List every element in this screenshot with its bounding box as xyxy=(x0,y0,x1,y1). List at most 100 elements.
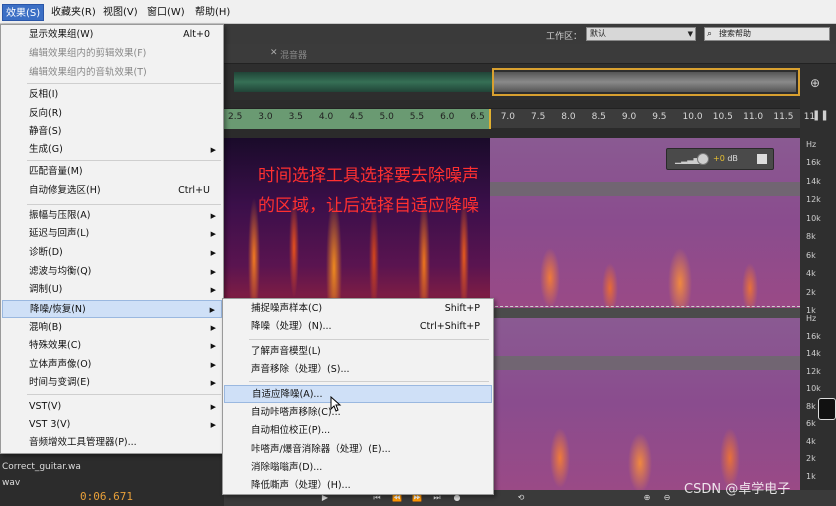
workspace-select[interactable]: 默认 ▼ xyxy=(586,27,696,41)
menu-item-label: 降噪/恢复(N) xyxy=(30,304,86,315)
menu-item-shortcut: Ctrl+Shift+P xyxy=(419,321,480,332)
submenu-item[interactable]: 咔嗒声/爆音消除器（处理）(E)... xyxy=(224,441,492,459)
file-item[interactable]: wav xyxy=(2,478,20,488)
ruler-tick-label: 10.5 xyxy=(712,112,733,122)
menu-effects[interactable]: 效果(S) xyxy=(2,4,45,21)
volume-knob[interactable] xyxy=(697,153,709,165)
zoom-in-icon[interactable]: ⊕ xyxy=(640,492,654,504)
hz-tick-label: 10k xyxy=(806,213,821,223)
menu-item-label: 自适应降噪(A)... xyxy=(252,389,323,400)
effects-menu-item[interactable]: 编辑效果组内的音轨效果(T) xyxy=(2,64,222,82)
effects-menu-item[interactable]: 自动修复选区(H) Ctrl+U xyxy=(2,182,222,200)
menu-window[interactable]: 窗口(W) xyxy=(144,4,188,21)
submenu-item[interactable]: 了解声音模型(L) xyxy=(224,343,492,361)
spectrum-band xyxy=(490,182,800,196)
ruler-tick-label: 11.0 xyxy=(743,112,764,122)
effects-menu-item[interactable]: 延迟与回声(L) ▶ xyxy=(2,225,222,243)
menu-item-label: 声音移除（处理）(S)... xyxy=(251,364,350,375)
ruler-tick-label: 6.5 xyxy=(470,112,485,122)
menu-item-label: 自动修复选区(H) xyxy=(29,185,101,196)
playhead[interactable] xyxy=(489,109,491,129)
ruler-tick-label: 7.0 xyxy=(500,112,516,122)
effects-menu-item[interactable]: 降噪/恢复(N) ▶ xyxy=(2,300,222,318)
menu-view[interactable]: 视图(V) xyxy=(100,4,141,21)
menu-item-label: 诊断(D) xyxy=(29,247,63,258)
volume-value: +0 dB xyxy=(713,154,738,163)
effects-menu-item[interactable]: 特殊效果(C) ▶ xyxy=(2,337,222,355)
effects-menu-item[interactable]: 音频增效工具管理器(P)... xyxy=(2,434,222,452)
close-tab-icon[interactable]: ✕ xyxy=(270,48,278,58)
volume-hud[interactable]: ▁▂▃▅ +0 dB xyxy=(666,148,774,170)
ruler-tick-label: 4.0 xyxy=(318,112,334,122)
submenu-item[interactable]: 捕捉噪声样本(C) Shift+P xyxy=(224,300,492,318)
ruler-tick-label: 5.0 xyxy=(379,112,394,122)
menu-item-label: 自动咔嗒声移除(C)... xyxy=(251,407,341,418)
menu-item-shortcut: Shift+P xyxy=(444,303,480,314)
pin-icon[interactable] xyxy=(757,154,767,164)
effects-menu-item[interactable]: 立体声声像(O) ▶ xyxy=(2,356,222,374)
submenu-item[interactable]: 降噪（处理）(N)... Ctrl+Shift+P xyxy=(224,318,492,336)
overview-waveform[interactable] xyxy=(224,64,800,100)
hz-tick-label: 12k xyxy=(806,195,821,204)
hz-tick-label: 1k xyxy=(806,471,816,481)
menu-item-label: 消除嗡嗡声(D)... xyxy=(251,462,323,473)
menu-help[interactable]: 帮助(H) xyxy=(192,4,233,21)
search-help-text: 搜索帮助 xyxy=(719,29,751,38)
menu-separator xyxy=(27,160,221,161)
loop-icon[interactable]: ⟲ xyxy=(514,492,528,504)
effects-menu-item[interactable]: 编辑效果组内的剪辑效果(F) xyxy=(2,45,222,63)
hz-tick-label: 4k xyxy=(806,436,816,446)
menu-item-label: 立体声声像(O) xyxy=(29,359,92,370)
zoom-icon[interactable]: ⊕ xyxy=(810,76,820,90)
effects-menu-item[interactable]: 反向(R) xyxy=(2,105,222,123)
submenu-item[interactable]: 降低嘶声（处理）(H)... xyxy=(224,477,492,495)
ruler-tick-label: 6.0 xyxy=(440,112,455,122)
menu-item-shortcut: Ctrl+U xyxy=(178,185,210,196)
hz-scale: Hz 16k 14k 12k 10k 8k 6k 4k 2k 1k Hz 16k 14k 12k 10k 8k… xyxy=(800,138,824,490)
menu-item-label: 编辑效果组内的音轨效果(T) xyxy=(29,67,147,78)
hz-tick-label: 14k xyxy=(806,349,821,358)
effects-menu-item[interactable]: 生成(G) ▶ xyxy=(2,141,222,159)
zoom-out-icon[interactable]: ⊖ xyxy=(660,492,674,504)
submenu-item[interactable]: 自适应降噪(A)... xyxy=(224,385,492,403)
effects-menu-item[interactable]: VST 3(V) ▶ xyxy=(2,416,222,434)
submenu-item[interactable]: 自动相位校正(P)... xyxy=(224,422,492,440)
menu-item-label: 时间与变调(E) xyxy=(29,377,90,388)
ruler-tick-label: 9.5 xyxy=(652,112,667,122)
menu-item-label: 滤波与均衡(Q) xyxy=(29,266,92,277)
expand-icon[interactable] xyxy=(818,398,836,420)
hz-tick-label: 6k xyxy=(806,250,816,260)
effects-menu-item[interactable]: 匹配音量(M) xyxy=(2,163,222,181)
ruler-tick-label: 7.5 xyxy=(531,112,546,122)
submenu-item[interactable]: 声音移除（处理）(S)... xyxy=(224,361,492,379)
overview-viewport-frame[interactable] xyxy=(492,68,800,96)
effects-menu-item[interactable]: 静音(S) xyxy=(2,123,222,141)
ruler-tick-label: 8.5 xyxy=(591,112,606,122)
search-help-input[interactable]: ⌕ 搜索帮助 xyxy=(704,27,830,41)
submenu-arrow-icon: ▶ xyxy=(210,361,216,369)
effects-menu-item[interactable]: 调制(U) ▶ xyxy=(2,281,222,299)
menu-item-label: 生成(G) xyxy=(29,144,63,155)
effects-menu-item[interactable]: 振幅与压限(A) ▶ xyxy=(2,207,222,225)
menu-item-label: 静音(S) xyxy=(29,126,62,137)
ruler-tick-label: 11 xyxy=(803,112,816,122)
tab-mixer[interactable]: 混音器 xyxy=(280,48,307,61)
hz-tick-label: 10k xyxy=(806,384,821,393)
menu-item-label: 特殊效果(C) xyxy=(29,340,82,351)
effects-menu-item[interactable]: 混响(B) ▶ xyxy=(2,319,222,337)
effects-menu-item[interactable]: 时间与变调(E) ▶ xyxy=(2,374,222,392)
annotation-line-2: 的区域，让后选择自适应降噪 xyxy=(258,196,479,216)
file-item[interactable]: Correct_guitar.wa xyxy=(2,462,81,472)
submenu-item[interactable]: 自动咔嗒声移除(C)... xyxy=(224,404,492,422)
menu-item-label: 捕捉噪声样本(C) xyxy=(251,303,323,314)
effects-menu-item[interactable]: VST(V) ▶ xyxy=(2,398,222,416)
effects-menu-item[interactable]: 反相(I) xyxy=(2,86,222,104)
menu-item-label: VST(V) xyxy=(29,401,62,412)
time-ruler[interactable]: 2.5 3.0 3.5 4.0 4.5 5.0 5.5 6.0 6.5 7.0 7.5 8.0 8.5 9… xyxy=(224,108,815,129)
effects-menu-item[interactable]: 显示效果组(W) Alt+0 xyxy=(2,26,222,44)
effects-menu-item[interactable]: 诊断(D) ▶ xyxy=(2,244,222,262)
submenu-arrow-icon: ▶ xyxy=(210,230,216,238)
menu-favorites[interactable]: 收藏夹(R) xyxy=(48,4,99,21)
submenu-item[interactable]: 消除嗡嗡声(D)... xyxy=(224,459,492,477)
effects-menu-item[interactable]: 滤波与均衡(Q) ▶ xyxy=(2,263,222,281)
